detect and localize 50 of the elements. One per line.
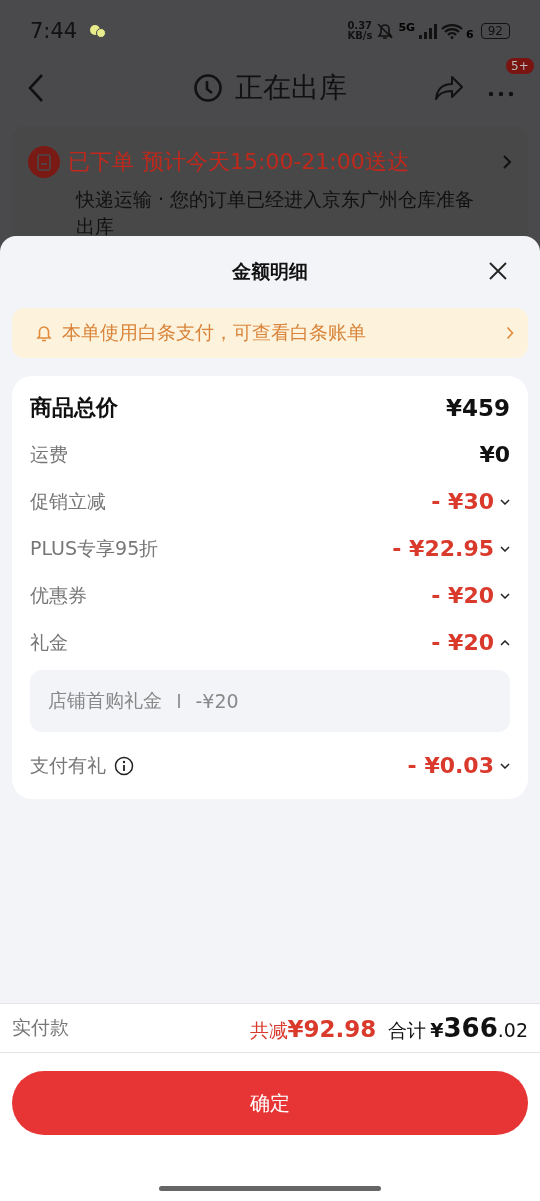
detail-label: 店铺首购礼金 <box>48 688 162 713</box>
price-amount: - ¥20 <box>431 583 494 608</box>
total-label: 合计 <box>388 1017 427 1043</box>
chevron-down-icon[interactable] <box>500 762 510 769</box>
clock-icon <box>193 73 223 103</box>
battery-indicator: 92 <box>480 23 510 39</box>
confirm-button[interactable]: 确定 <box>12 1071 528 1135</box>
order-detail: 快递运输 · 您的订单已经进入京东广州仓库准备出库 <box>76 187 476 239</box>
close-icon[interactable] <box>489 262 507 280</box>
status-time: 7:44 <box>30 19 78 43</box>
price-label: 优惠券 <box>30 582 87 608</box>
network-label: 5G <box>398 21 416 34</box>
chevron-up-icon[interactable] <box>500 639 510 646</box>
price-amount: - ¥22.95 <box>392 536 494 561</box>
price-amount: - ¥20 <box>431 630 494 655</box>
chat-icon <box>89 24 108 38</box>
notification-badge: 5+ <box>506 57 534 74</box>
price-amount: - ¥0.03 <box>407 753 494 778</box>
sheet-title: 金额明细 <box>232 259 308 284</box>
notice-banner[interactable]: 本单使用白条支付，可查看白条账单 <box>12 308 528 358</box>
signal-icon <box>418 23 439 39</box>
chevron-down-icon[interactable] <box>500 592 510 599</box>
price-label: 运费 <box>30 441 68 467</box>
total-amount: ¥366.02 <box>430 1012 528 1043</box>
info-icon[interactable] <box>114 755 134 776</box>
detail-amount: -¥20 <box>195 690 239 712</box>
notice-text: 本单使用白条支付，可查看白条账单 <box>62 320 366 345</box>
savings-label: 共减 <box>249 1017 288 1043</box>
price-label: 支付有礼 <box>30 752 106 778</box>
delivery-estimate: 预计今天15:00-21:00送达 <box>142 148 409 176</box>
price-label: 促销立减 <box>30 488 106 514</box>
page-title: 正在出库 <box>235 70 347 106</box>
payment-label: 实付款 <box>12 1015 69 1040</box>
price-label: 商品总价 <box>30 393 118 422</box>
price-label: 礼金 <box>30 629 68 655</box>
bell-icon <box>36 324 52 342</box>
price-label: PLUS专享95折 <box>30 535 159 561</box>
wifi-band-label: 6 <box>466 28 474 41</box>
chevron-down-icon[interactable] <box>500 498 510 505</box>
order-status: 已下单 <box>68 148 134 176</box>
speed-unit: KB/s <box>347 31 373 41</box>
chevron-down-icon[interactable] <box>500 545 510 552</box>
savings-amount: ¥92.98 <box>287 1015 377 1042</box>
price-amount: - ¥30 <box>431 489 494 514</box>
wifi-icon <box>441 23 464 39</box>
order-icon <box>28 146 60 178</box>
price-amount: ¥459 <box>446 394 510 421</box>
speed-value: 0.37 <box>347 21 373 31</box>
price-amount: ¥0 <box>479 442 510 467</box>
chevron-right-icon <box>506 326 514 340</box>
